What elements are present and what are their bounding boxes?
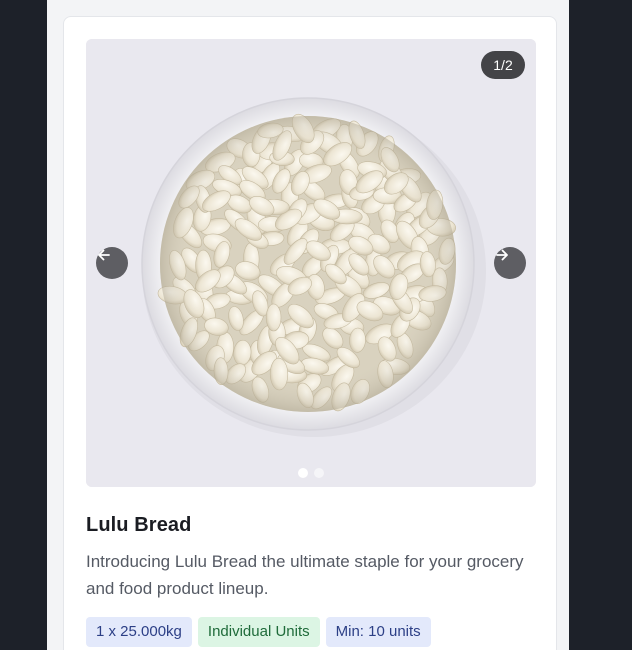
product-card: 1/2 Lulu Bread Introducing Lulu Bread th… xyxy=(63,16,557,650)
slide-counter: 1/2 xyxy=(481,51,525,79)
product-title: Lulu Bread xyxy=(86,514,192,536)
page-panel: 1/2 Lulu Bread Introducing Lulu Bread th… xyxy=(47,0,569,650)
arrow-right-icon xyxy=(496,249,508,261)
carousel-dots xyxy=(86,468,536,478)
carousel-dot-1[interactable] xyxy=(298,468,308,478)
previous-slide-button[interactable] xyxy=(96,247,128,279)
package-size-badge: 1 x 25.000kg xyxy=(86,617,192,647)
next-slide-button[interactable] xyxy=(494,247,526,279)
product-image xyxy=(86,39,536,487)
product-description: Introducing Lulu Bread the ultimate stap… xyxy=(86,552,524,598)
product-tags: 1 x 25.000kg Individual Units Min: 10 un… xyxy=(86,617,431,647)
unit-type-badge: Individual Units xyxy=(197,617,320,647)
image-carousel[interactable]: 1/2 xyxy=(86,39,536,487)
arrow-left-icon xyxy=(98,249,110,261)
carousel-dot-2[interactable] xyxy=(314,468,324,478)
minimum-order-badge: Min: 10 units xyxy=(325,617,431,647)
